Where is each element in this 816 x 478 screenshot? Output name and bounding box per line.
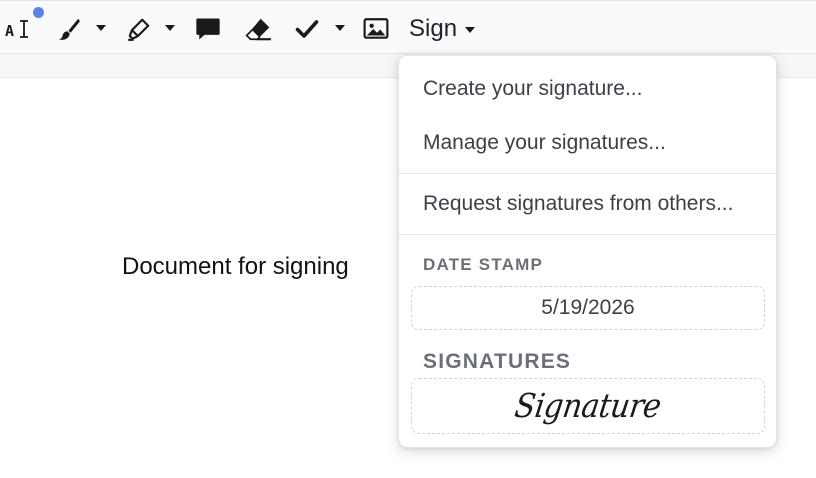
saved-signature-option[interactable]: Signature xyxy=(411,378,765,434)
add-text-tool-button[interactable]: A xyxy=(4,13,34,45)
document-text: Document for signing xyxy=(122,253,349,280)
highlight-tool-button[interactable] xyxy=(124,13,154,45)
signatures-heading: SIGNATURES xyxy=(423,350,572,373)
text-cursor-icon: A xyxy=(5,20,28,40)
image-icon xyxy=(363,18,389,39)
highlight-options-caret[interactable] xyxy=(165,25,175,31)
date-stamp-option[interactable]: 5/19/2026 xyxy=(411,286,765,330)
image-tool-button[interactable] xyxy=(361,13,391,45)
date-stamp-value: 5/19/2026 xyxy=(541,296,635,319)
create-signature-item[interactable]: Create your signature... xyxy=(423,77,642,101)
draw-options-caret[interactable] xyxy=(96,25,106,31)
eraser-icon xyxy=(245,18,271,41)
signature-sample: Signature xyxy=(512,386,664,426)
comment-tool-button[interactable] xyxy=(193,13,223,45)
notification-dot xyxy=(33,7,44,18)
text-icon-letter: A xyxy=(5,22,14,40)
checkmark-icon xyxy=(295,20,319,38)
erase-tool-button[interactable] xyxy=(243,13,273,45)
menu-divider xyxy=(399,234,776,235)
check-tool-button[interactable] xyxy=(292,13,322,45)
highlighter-icon xyxy=(128,18,150,41)
manage-signatures-item[interactable]: Manage your signatures... xyxy=(423,131,666,155)
sign-menu-button[interactable]: Sign xyxy=(409,14,476,44)
draw-tool-button[interactable] xyxy=(54,13,84,45)
annotation-toolbar: A Sign xyxy=(0,0,816,54)
check-options-caret[interactable] xyxy=(335,25,345,31)
sign-dropdown-menu: Create your signature... Manage your sig… xyxy=(398,55,777,448)
speech-bubble-icon xyxy=(196,18,220,40)
sign-menu-label: Sign xyxy=(409,15,458,42)
menu-divider xyxy=(399,173,776,174)
date-stamp-heading: DATE STAMP xyxy=(423,255,543,274)
pen-icon xyxy=(58,18,80,40)
request-signatures-item[interactable]: Request signatures from others... xyxy=(423,192,733,216)
sign-menu-caret xyxy=(465,27,476,33)
